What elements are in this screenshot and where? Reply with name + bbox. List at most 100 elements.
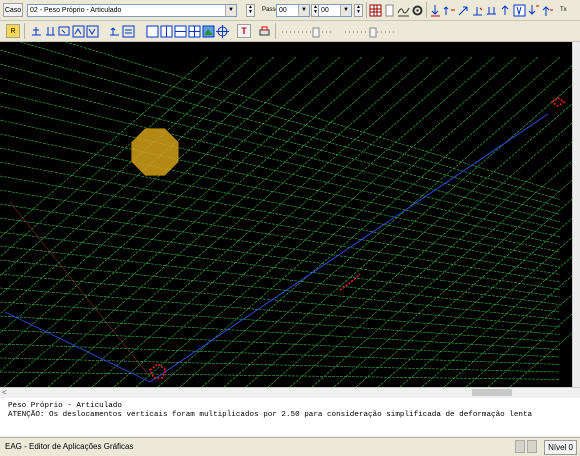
status-level: Nível 0	[544, 440, 577, 455]
print-icon[interactable]	[258, 25, 271, 38]
scroll-left-arrow[interactable]: <	[2, 388, 7, 398]
grid-line	[0, 56, 297, 315]
view-split-h-icon[interactable]	[174, 25, 187, 38]
zoom-slider[interactable]	[280, 26, 335, 38]
grid-line	[0, 343, 561, 365]
vertical-scrollbar[interactable]	[572, 42, 580, 387]
grid-line	[509, 332, 572, 387]
highlighted-column[interactable]	[131, 128, 179, 176]
grid-line	[0, 91, 561, 230]
grid-line	[0, 133, 561, 253]
grid-line	[0, 217, 561, 298]
substep-value: 00	[321, 7, 329, 14]
pan-icon[interactable]	[108, 25, 121, 38]
grid-line	[0, 105, 561, 238]
grid-line	[223, 84, 572, 387]
case-spinner[interactable]: ▲ ▼	[246, 4, 255, 17]
support-marker[interactable]	[148, 363, 168, 379]
toolbar-top: Caso 02 - Peso Próprio - Articulado ▼ ▲ ▼…	[0, 0, 580, 21]
grid-line	[0, 301, 561, 343]
grid-table-icon[interactable]	[369, 4, 382, 17]
rotation-slider[interactable]	[343, 26, 398, 38]
status-app-name: EAG - Editor de Aplicações Gráficas	[5, 442, 134, 451]
support-fixed-icon[interactable]	[44, 25, 57, 38]
redraw-icon[interactable]	[122, 25, 135, 38]
grid-line	[179, 56, 561, 387]
separator	[426, 2, 427, 18]
vd-icon[interactable]	[513, 4, 526, 17]
document-icon[interactable]	[383, 4, 396, 17]
force-fz-icon[interactable]	[429, 4, 442, 17]
moment-xy-icon[interactable]	[471, 4, 484, 17]
zoom-window-icon[interactable]	[58, 25, 71, 38]
view-split-v-icon[interactable]	[160, 25, 173, 38]
zoom-out-icon[interactable]	[86, 25, 99, 38]
moment-mx-icon[interactable]	[443, 4, 456, 17]
render-3d-icon[interactable]	[202, 25, 215, 38]
grid-line	[0, 63, 561, 215]
support-marker[interactable]	[550, 97, 566, 107]
grid-line	[157, 56, 539, 387]
view-quad-icon[interactable]	[188, 25, 201, 38]
grid-line	[0, 273, 561, 328]
load-arrow-down-icon[interactable]	[527, 4, 540, 17]
crosshair-icon[interactable]	[216, 25, 229, 38]
grid-line	[311, 160, 572, 387]
substep-select[interactable]: 00 ▼	[318, 4, 352, 17]
chevron-down-icon[interactable]: ▼	[340, 5, 351, 16]
grid-line	[443, 275, 572, 387]
graphics-viewport[interactable]	[0, 42, 572, 387]
case-label: Caso	[3, 3, 23, 17]
grid-line	[245, 103, 572, 387]
separator	[366, 2, 367, 18]
grid-line	[0, 329, 561, 358]
grid-line	[0, 371, 561, 380]
chevron-down-icon[interactable]: ▼	[298, 5, 309, 16]
separator	[275, 23, 276, 39]
grid-line	[0, 259, 561, 320]
status-pane	[515, 440, 525, 453]
grid-line	[0, 357, 561, 373]
separator	[24, 23, 25, 39]
zoom-in-icon[interactable]	[72, 25, 85, 38]
grid-line	[0, 56, 363, 372]
chart-wave-icon[interactable]	[397, 4, 410, 17]
toolbar-bottom: R T	[0, 21, 580, 42]
moment-my-icon[interactable]	[457, 4, 470, 17]
step-value: 00	[279, 7, 287, 14]
grid-line	[377, 218, 572, 387]
status-bar: EAG - Editor de Aplicações Gráficas Níve…	[0, 437, 580, 456]
grid-mesh	[0, 42, 572, 387]
support-pin-icon[interactable]	[30, 25, 43, 38]
grid-line	[333, 179, 572, 387]
gear-icon[interactable]	[411, 4, 424, 17]
status-pane	[527, 440, 537, 453]
chevron-down-icon[interactable]: ▼	[225, 5, 236, 16]
grid-line	[149, 113, 549, 383]
step-select[interactable]: 00 ▼	[276, 4, 310, 17]
shear-vy-icon[interactable]	[499, 4, 512, 17]
r-button[interactable]: R	[6, 24, 20, 38]
message-line-warning: ATENÇÃO: Os deslocamentos verticais fora…	[8, 411, 533, 419]
grid-line	[0, 77, 561, 223]
structural-model-view[interactable]	[0, 42, 572, 387]
grid-line	[0, 119, 561, 245]
grid-line	[0, 203, 561, 290]
view-single-icon[interactable]	[146, 25, 159, 38]
load-arrow-up-icon[interactable]	[541, 4, 554, 17]
message-panel: Peso Próprio - Articulado ATENÇÃO: Os de…	[0, 398, 580, 436]
horizontal-scrollbar[interactable]: <	[0, 387, 580, 398]
scroll-thumb[interactable]	[472, 389, 512, 396]
substep-spinner[interactable]: ▲ ▼	[354, 4, 363, 17]
moment-tx-icon[interactable]	[485, 4, 498, 17]
message-line-title: Peso Próprio - Articulado	[8, 402, 122, 410]
tx-label[interactable]: Tx	[560, 4, 567, 17]
grid-line	[0, 56, 275, 296]
grid-line	[0, 161, 561, 268]
grid-line	[0, 56, 209, 239]
grid-line	[91, 56, 473, 387]
grid-line	[113, 56, 495, 387]
t-button[interactable]: T	[237, 24, 251, 38]
grid-line	[0, 56, 341, 353]
load-case-select[interactable]: 02 - Peso Próprio - Articulado ▼	[27, 4, 237, 17]
